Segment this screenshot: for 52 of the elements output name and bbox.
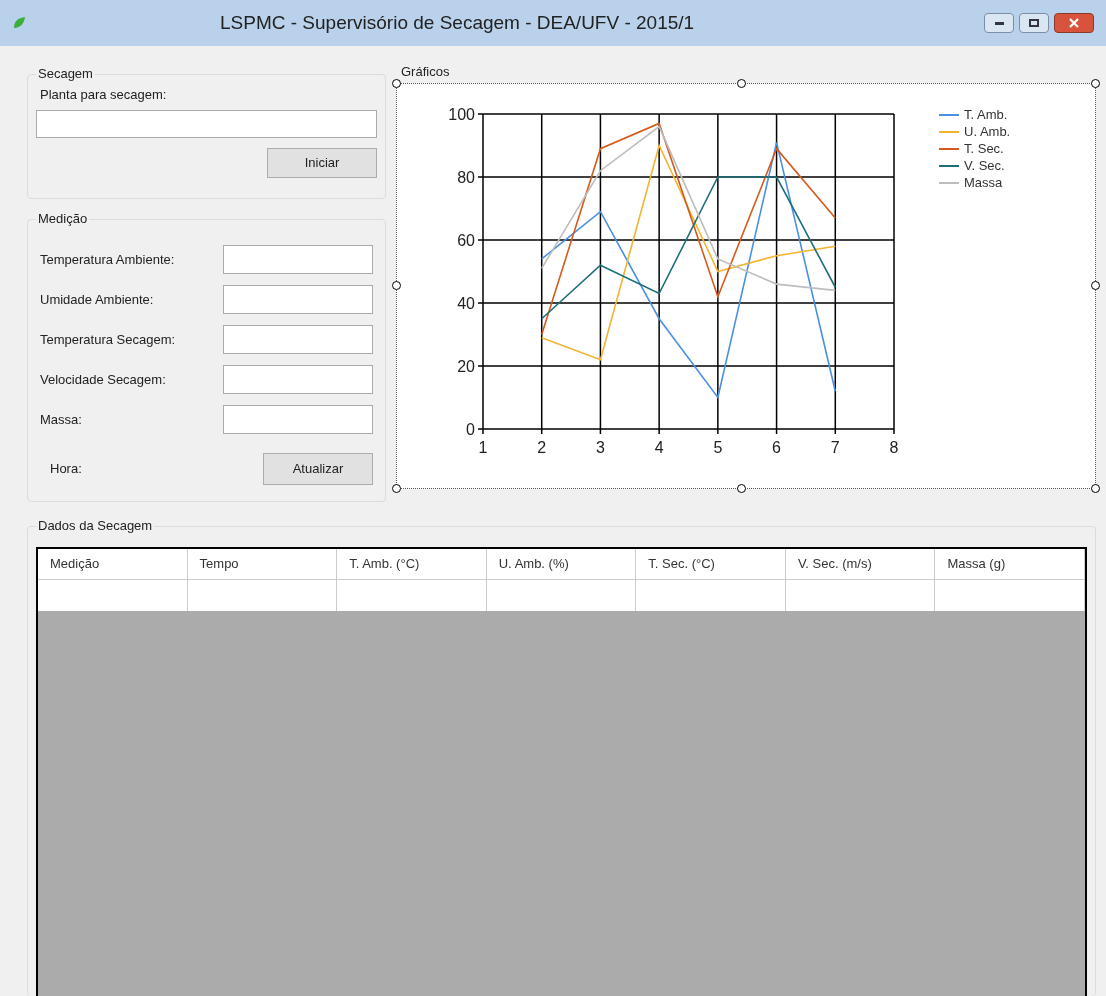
resize-handle[interactable] (1091, 79, 1100, 88)
field-label: Planta para secagem: (39, 86, 168, 104)
group-title: Gráficos (400, 64, 451, 80)
time-label: Hora: (50, 460, 82, 479)
field-label: Massa: (40, 410, 82, 429)
y-tick-label: 0 (466, 421, 475, 438)
field-label: Temperatura Secagem: (40, 330, 176, 349)
x-tick-label: 5 (713, 439, 723, 456)
close-button[interactable] (1054, 13, 1094, 33)
resize-handle[interactable] (737, 484, 746, 493)
field-label: Velocidade Secagem: (40, 370, 166, 389)
leaf-icon (12, 16, 26, 30)
legend-label: T. Amb. (964, 106, 1008, 123)
maximize-button[interactable] (1019, 13, 1049, 33)
x-tick-label: 3 (596, 439, 605, 456)
resize-handle[interactable] (392, 484, 401, 493)
field-label: Temperatura Ambiente: (40, 250, 175, 269)
resize-handle[interactable] (392, 79, 401, 88)
input-field[interactable] (36, 109, 377, 138)
legend-label: T. Sec. (964, 140, 1004, 157)
group-title: Secagem (36, 66, 95, 82)
start-button[interactable]: Iniciar (267, 147, 377, 178)
x-tick-label: 7 (830, 439, 840, 456)
input-field[interactable] (223, 285, 373, 314)
input-field[interactable] (223, 365, 373, 394)
legend-label: V. Sec. (964, 157, 1005, 174)
input-field[interactable] (223, 245, 373, 274)
y-tick-label: 80 (457, 169, 475, 186)
group-title: Dados da Secagem (36, 518, 155, 534)
legend-label: Massa (964, 174, 1003, 191)
resize-handle[interactable] (1091, 484, 1100, 493)
window-title: LSPMC - Supervisório de Secagem - DEA/UFV - 2015/1 (220, 10, 695, 35)
y-tick-label: 60 (457, 232, 475, 249)
input-field[interactable] (223, 405, 373, 434)
x-tick-label: 1 (478, 439, 488, 456)
resize-handle[interactable] (737, 79, 746, 88)
update-button[interactable]: Atualizar (263, 453, 373, 485)
y-tick-label: 40 (457, 295, 475, 312)
minimize-button[interactable] (984, 13, 1014, 33)
resize-handle[interactable] (1091, 281, 1100, 290)
close-icon (1069, 18, 1079, 28)
legend-label: U. Amb. (964, 123, 1011, 140)
x-tick-label: 4 (654, 439, 664, 456)
input-field[interactable] (223, 325, 373, 354)
x-tick-label: 8 (889, 439, 899, 456)
x-tick-label: 2 (537, 439, 547, 456)
resize-handle[interactable] (392, 281, 401, 290)
x-tick-label: 6 (772, 439, 781, 456)
y-tick-label: 20 (457, 358, 475, 375)
y-tick-label: 100 (448, 106, 475, 123)
group-title: Medição (36, 211, 90, 227)
field-label: Umidade Ambiente: (40, 290, 154, 309)
